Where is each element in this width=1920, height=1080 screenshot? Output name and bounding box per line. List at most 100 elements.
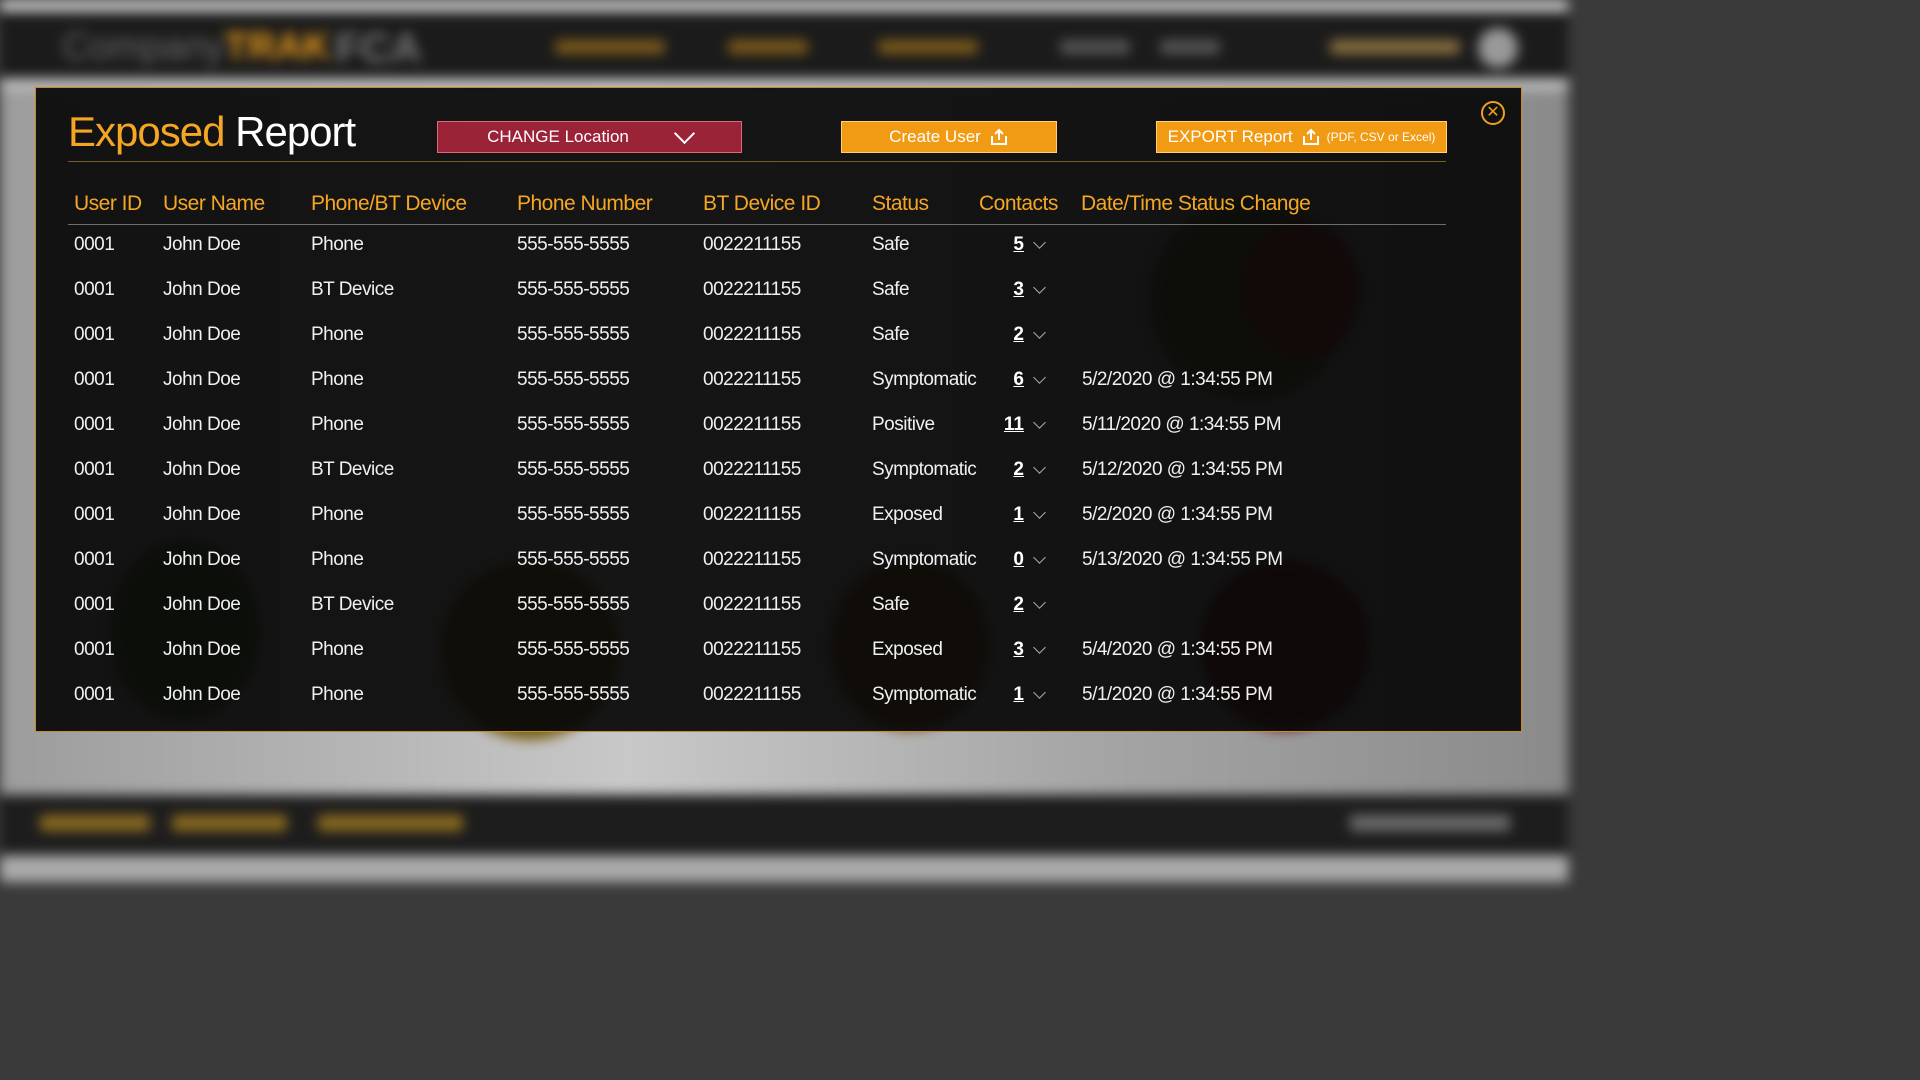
cell-bt-device-id: 0022211155 xyxy=(703,234,801,255)
column-header-user-id[interactable]: User ID xyxy=(74,192,142,216)
cell-status: Symptomatic xyxy=(872,369,977,390)
chevron-down-icon[interactable] xyxy=(1033,596,1046,609)
contacts-link[interactable]: 11 xyxy=(979,414,1024,436)
chevron-down-icon[interactable] xyxy=(1033,506,1046,519)
table-row[interactable]: 0001 John Doe Phone 555-555-5555 0022211… xyxy=(0,234,1400,279)
cell-status: Exposed xyxy=(872,639,943,660)
cell-phone-number: 555-555-5555 xyxy=(517,324,630,345)
column-header-user-name[interactable]: User Name xyxy=(163,192,265,216)
cell-user-id: 0001 xyxy=(74,414,115,435)
change-location-label: CHANGE Location xyxy=(487,127,629,146)
cell-bt-device-id: 0022211155 xyxy=(703,279,801,300)
chevron-down-icon[interactable] xyxy=(1033,371,1046,384)
cell-bt-device-id: 0022211155 xyxy=(703,324,801,345)
cell-datetime: 5/11/2020 @ 1:34:55 PM xyxy=(1082,414,1282,435)
header-divider xyxy=(68,224,1446,225)
contacts-link[interactable]: 2 xyxy=(979,324,1024,346)
table-row[interactable]: 0001 John Doe Phone 555-555-5555 0022211… xyxy=(0,369,1400,414)
column-header-device[interactable]: Phone/BT Device xyxy=(311,192,467,216)
close-icon[interactable]: ✕ xyxy=(1481,101,1505,125)
background-nav-item xyxy=(878,40,978,54)
create-user-button[interactable]: Create User xyxy=(841,121,1057,153)
table-row[interactable]: 0001 John Doe Phone 555-555-5555 0022211… xyxy=(0,549,1400,594)
cell-phone-number: 555-555-5555 xyxy=(517,639,630,660)
background-nav-item xyxy=(1060,40,1130,54)
table-row[interactable]: 0001 John Doe Phone 555-555-5555 0022211… xyxy=(0,639,1400,684)
contacts-link[interactable]: 3 xyxy=(979,279,1024,301)
chevron-down-icon[interactable] xyxy=(1033,416,1046,429)
contacts-link[interactable]: 3 xyxy=(979,639,1024,661)
contacts-link[interactable]: 0 xyxy=(979,549,1024,571)
table-row[interactable]: 0001 John Doe BT Device 555-555-5555 002… xyxy=(0,459,1400,504)
cell-status: Exposed xyxy=(872,504,943,525)
chevron-down-icon[interactable] xyxy=(1033,551,1046,564)
close-glyph: ✕ xyxy=(1486,104,1500,121)
chevron-down-icon[interactable] xyxy=(1033,236,1046,249)
cell-user-name: John Doe xyxy=(163,414,241,435)
background-logo: CompanyTRAK xyxy=(62,26,331,68)
background-brand-logo: FCA xyxy=(335,24,422,71)
chevron-down-icon[interactable] xyxy=(1033,461,1046,474)
cell-user-id: 0001 xyxy=(74,369,115,390)
cell-bt-device-id: 0022211155 xyxy=(703,549,801,570)
contacts-link[interactable]: 1 xyxy=(979,504,1024,526)
chevron-down-icon xyxy=(673,122,695,144)
cell-phone-number: 555-555-5555 xyxy=(517,684,630,705)
cell-phone-number: 555-555-5555 xyxy=(517,414,630,435)
background-bottom xyxy=(0,855,1568,882)
cell-datetime: 5/2/2020 @ 1:34:55 PM xyxy=(1082,504,1273,525)
chevron-down-icon[interactable] xyxy=(1033,686,1046,699)
background-avatar xyxy=(1478,28,1518,68)
cell-user-id: 0001 xyxy=(74,594,115,615)
create-user-label: Create User xyxy=(889,127,981,146)
cell-status: Safe xyxy=(872,234,910,255)
cell-bt-device-id: 0022211155 xyxy=(703,594,801,615)
change-location-dropdown[interactable]: CHANGE Location xyxy=(437,121,742,153)
cell-phone-number: 555-555-5555 xyxy=(517,504,630,525)
contacts-link[interactable]: 2 xyxy=(979,594,1024,616)
table-row[interactable]: 0001 John Doe Phone 555-555-5555 0022211… xyxy=(0,324,1400,369)
contacts-link[interactable]: 6 xyxy=(979,369,1024,391)
export-report-button[interactable]: EXPORT Report (PDF, CSV or Excel) xyxy=(1156,121,1447,153)
table-row[interactable]: 0001 John Doe Phone 555-555-5555 0022211… xyxy=(0,414,1400,459)
cell-user-name: John Doe xyxy=(163,639,241,660)
cell-phone-number: 555-555-5555 xyxy=(517,594,630,615)
cell-datetime: 5/13/2020 @ 1:34:55 PM xyxy=(1082,549,1283,570)
column-header-datetime[interactable]: Date/Time Status Change xyxy=(1081,192,1311,216)
cell-user-id: 0001 xyxy=(74,639,115,660)
cell-user-id: 0001 xyxy=(74,459,115,480)
column-header-contacts[interactable]: Contacts xyxy=(979,192,1058,216)
table-row[interactable]: 0001 John Doe Phone 555-555-5555 0022211… xyxy=(0,504,1400,549)
cell-user-id: 0001 xyxy=(74,549,115,570)
cell-device: Phone xyxy=(311,414,364,435)
chevron-down-icon[interactable] xyxy=(1033,641,1046,654)
cell-phone-number: 555-555-5555 xyxy=(517,369,630,390)
background-footer-link xyxy=(172,815,287,831)
column-header-status[interactable]: Status xyxy=(872,192,929,216)
cell-bt-device-id: 0022211155 xyxy=(703,459,801,480)
cell-status: Safe xyxy=(872,594,910,615)
chevron-down-icon[interactable] xyxy=(1033,326,1046,339)
table-row[interactable]: 0001 John Doe Phone 555-555-5555 0022211… xyxy=(0,684,1400,729)
cell-user-id: 0001 xyxy=(74,504,115,525)
contacts-link[interactable]: 5 xyxy=(979,234,1024,256)
cell-bt-device-id: 0022211155 xyxy=(703,414,801,435)
cell-user-name: John Doe xyxy=(163,369,241,390)
column-header-bt-device-id[interactable]: BT Device ID xyxy=(703,192,821,216)
export-formats-label: (PDF, CSV or Excel) xyxy=(1326,130,1436,144)
table-row[interactable]: 0001 John Doe BT Device 555-555-5555 002… xyxy=(0,279,1400,324)
cell-device: Phone xyxy=(311,504,364,525)
cell-phone-number: 555-555-5555 xyxy=(517,279,630,300)
chevron-down-icon[interactable] xyxy=(1033,281,1046,294)
cell-user-id: 0001 xyxy=(74,684,115,705)
cell-status: Safe xyxy=(872,324,910,345)
column-header-phone-number[interactable]: Phone Number xyxy=(517,192,653,216)
background-nav-item xyxy=(1330,40,1460,54)
background-nav-item xyxy=(1160,40,1220,54)
contacts-link[interactable]: 2 xyxy=(979,459,1024,481)
contacts-link[interactable]: 1 xyxy=(979,684,1024,706)
cell-device: Phone xyxy=(311,369,364,390)
table-row[interactable]: 0001 John Doe BT Device 555-555-5555 002… xyxy=(0,594,1400,639)
cell-user-name: John Doe xyxy=(163,234,241,255)
cell-device: Phone xyxy=(311,639,364,660)
